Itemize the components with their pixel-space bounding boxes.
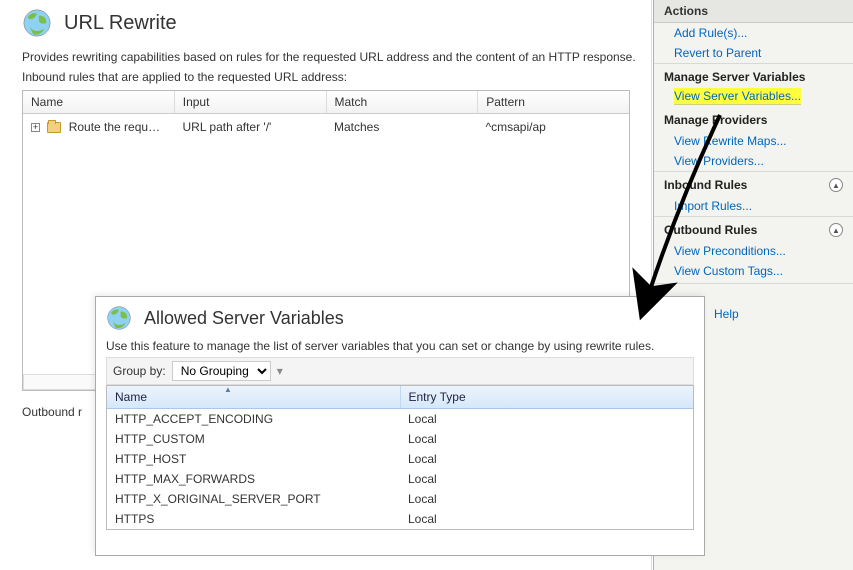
variables-grid[interactable]: ▲ Name Entry Type HTTP_ACCEPT_ENCODINGLo… (106, 385, 694, 530)
rules-grid-header: Name Input Match Pattern (23, 91, 629, 114)
overlay-description: Use this feature to manage the list of s… (106, 339, 694, 353)
view-preconditions-link[interactable]: View Preconditions... (654, 241, 853, 261)
col-entry-type[interactable]: Entry Type (401, 386, 694, 408)
outbound-rules-header[interactable]: Outbound Rules ▲ (654, 216, 853, 241)
group-by-bar: Group by: No Grouping ▾ (106, 357, 694, 385)
col-name[interactable]: Name (23, 91, 175, 113)
variables-grid-header: ▲ Name Entry Type (107, 386, 693, 409)
variable-name: HTTP_MAX_FORWARDS (107, 469, 400, 489)
view-providers-link[interactable]: View Providers... (654, 151, 853, 171)
col-match[interactable]: Match (327, 91, 479, 113)
actions-pane-title: Actions (654, 0, 853, 23)
table-row[interactable]: HTTP_CUSTOMLocal (107, 429, 693, 449)
manage-providers-header: Manage Providers (654, 107, 853, 131)
variable-name: HTTP_CUSTOM (107, 429, 400, 449)
import-rules-link[interactable]: Import Rules... (654, 196, 853, 216)
folder-icon (47, 122, 61, 133)
variable-name: HTTP_HOST (107, 449, 400, 469)
globe-icon (106, 305, 132, 331)
inbound-rules-description: Inbound rules that are applied to the re… (22, 70, 651, 84)
rule-pattern: ^cmsapi/ap (478, 114, 630, 140)
entry-type: Local (400, 509, 693, 529)
entry-type: Local (400, 409, 693, 429)
manage-server-variables-header: Manage Server Variables (654, 63, 853, 88)
page-description: Provides rewriting capabilities based on… (22, 50, 651, 64)
add-rules-link[interactable]: Add Rule(s)... (654, 23, 853, 43)
col-pattern[interactable]: Pattern (478, 91, 629, 113)
rule-input: URL path after '/' (175, 114, 327, 140)
table-row[interactable]: HTTPSLocal (107, 509, 693, 529)
view-rewrite-maps-link[interactable]: View Rewrite Maps... (654, 131, 853, 151)
help-link[interactable]: Help (694, 304, 853, 324)
table-row[interactable]: HTTP_MAX_FORWARDSLocal (107, 469, 693, 489)
variable-name: HTTP_X_ORIGINAL_SERVER_PORT (107, 489, 400, 509)
table-row[interactable]: HTTP_X_ORIGINAL_SERVER_PORTLocal (107, 489, 693, 509)
view-custom-tags-link[interactable]: View Custom Tags... (654, 261, 853, 281)
table-row[interactable]: HTTP_HOSTLocal (107, 449, 693, 469)
chevron-up-icon[interactable]: ▲ (829, 223, 843, 237)
globe-icon (22, 8, 52, 38)
variable-name: HTTP_ACCEPT_ENCODING (107, 409, 400, 429)
col-name[interactable]: ▲ Name (107, 386, 401, 408)
sort-asc-icon: ▲ (224, 385, 232, 394)
chevron-up-icon[interactable]: ▲ (829, 178, 843, 192)
page-title: URL Rewrite (64, 12, 177, 35)
rule-name: Route the requests for ... (69, 120, 175, 134)
table-row[interactable]: HTTP_ACCEPT_ENCODINGLocal (107, 409, 693, 429)
entry-type: Local (400, 429, 693, 449)
overlay-title: Allowed Server Variables (144, 308, 344, 329)
inbound-rules-header[interactable]: Inbound Rules ▲ (654, 171, 853, 196)
entry-type: Local (400, 469, 693, 489)
entry-type: Local (400, 449, 693, 469)
group-by-label: Group by: (113, 364, 166, 378)
entry-type: Local (400, 489, 693, 509)
col-input[interactable]: Input (175, 91, 327, 113)
variable-name: HTTPS (107, 509, 400, 529)
allowed-server-variables-panel: Allowed Server Variables Use this featur… (95, 296, 705, 556)
table-row[interactable]: + Route the requests for ... URL path af… (23, 114, 629, 140)
revert-to-parent-link[interactable]: Revert to Parent (654, 43, 853, 63)
view-server-variables-link[interactable]: View Server Variables... (674, 88, 801, 105)
group-by-select[interactable]: No Grouping (172, 361, 271, 381)
expand-icon[interactable]: + (31, 123, 40, 132)
rule-match: Matches (326, 114, 478, 140)
